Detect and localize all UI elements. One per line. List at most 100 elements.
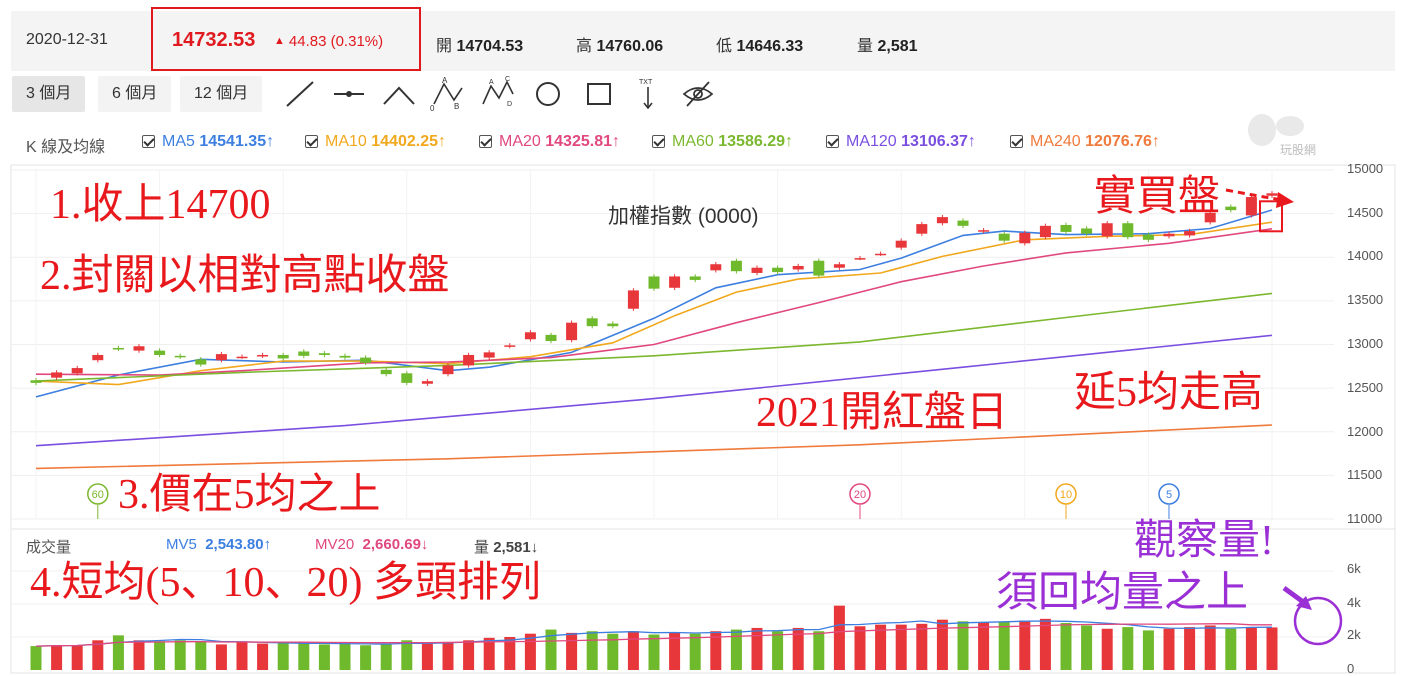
- volume-bar: [1266, 627, 1278, 670]
- candle: [421, 381, 433, 384]
- y-tick-label: 14500: [1347, 205, 1384, 220]
- candle: [854, 258, 866, 260]
- volume-legend: 量 2,581↓: [474, 539, 539, 556]
- candle: [669, 276, 681, 288]
- volume-bar: [566, 632, 578, 670]
- candle: [730, 260, 742, 272]
- candle: [215, 354, 227, 361]
- annotation-ma5-rising: 延5均走高: [1074, 370, 1264, 416]
- volume-bar: [30, 646, 42, 670]
- candle: [1019, 232, 1031, 244]
- candle: [71, 368, 83, 374]
- candle: [957, 220, 969, 226]
- annotation-bullish-alignment: 4.短均(5、10、20) 多頭排列: [30, 560, 541, 606]
- volume-bar: [195, 641, 207, 670]
- candle: [277, 354, 289, 359]
- chart-title: 加權指數 (0000): [608, 205, 759, 228]
- y-tick-label: 12500: [1347, 380, 1384, 395]
- volume-bar: [1101, 628, 1113, 670]
- volume-bar: [1039, 618, 1051, 670]
- volume-bar: [648, 634, 660, 670]
- volume-bar: [401, 640, 413, 670]
- candle: [339, 355, 351, 358]
- volume-y-tick: 4k: [1347, 595, 1361, 610]
- candle: [1245, 197, 1257, 216]
- volume-bar: [71, 645, 83, 670]
- ma-marker-label: 10: [1060, 489, 1072, 501]
- candle: [875, 253, 887, 256]
- candle: [648, 276, 660, 289]
- volume-y-tick: 6k: [1347, 561, 1361, 576]
- volume-bar: [421, 643, 433, 670]
- arrow-head: [1276, 192, 1294, 208]
- volume-bar: [483, 637, 495, 670]
- candle: [607, 323, 619, 327]
- ma-marker-label: 20: [854, 489, 866, 501]
- candle: [1060, 224, 1072, 232]
- candle: [442, 365, 454, 375]
- annotation-volume-above-average: 須回均量之上: [996, 570, 1249, 616]
- candle: [524, 332, 536, 340]
- candle: [566, 322, 578, 341]
- volume-bar: [833, 605, 845, 670]
- volume-bar: [875, 624, 887, 670]
- candle: [133, 346, 145, 351]
- candle: [772, 267, 784, 273]
- volume-bar: [154, 641, 166, 670]
- candle: [504, 345, 516, 347]
- volume-bar: [257, 643, 269, 670]
- candle: [1163, 233, 1175, 237]
- volume-bar: [215, 644, 227, 670]
- y-tick-label: 15000: [1347, 161, 1384, 176]
- volume-bar: [813, 631, 825, 670]
- candle: [401, 373, 413, 383]
- candle: [360, 357, 372, 363]
- candle: [112, 347, 124, 350]
- volume-bar: [1245, 627, 1257, 670]
- candle: [586, 318, 598, 327]
- volume-title: 成交量: [26, 539, 72, 556]
- volume-y-tick: 2k: [1347, 627, 1361, 642]
- volume-bar: [772, 631, 784, 670]
- volume-bar: [1019, 620, 1031, 670]
- volume-bar: [380, 643, 392, 670]
- volume-bar: [689, 633, 701, 670]
- y-tick-label: 11000: [1347, 511, 1383, 526]
- volume-bar: [1122, 627, 1134, 670]
- volume-bar: [1081, 625, 1093, 670]
- volume-bar: [916, 623, 928, 670]
- candle: [545, 334, 557, 342]
- y-tick-label: 13500: [1347, 292, 1384, 307]
- volume-bar: [957, 621, 969, 670]
- candle: [1225, 206, 1237, 211]
- volume-bar: [442, 641, 454, 670]
- volume-bar: [298, 643, 310, 670]
- volume-bar: [277, 642, 289, 670]
- y-tick-label: 11500: [1347, 467, 1383, 482]
- y-tick-label: 13000: [1347, 336, 1384, 351]
- candle: [1039, 225, 1051, 238]
- candle: [895, 240, 907, 248]
- candle: [174, 355, 186, 358]
- candle: [298, 351, 310, 356]
- candle: [916, 224, 928, 234]
- candle: [627, 290, 639, 309]
- candle: [1266, 193, 1278, 196]
- mv5-legend: MV5 2,543.80↑: [166, 536, 272, 553]
- volume-bar: [236, 641, 248, 670]
- volume-bar: [51, 645, 63, 670]
- volume-bar: [998, 622, 1010, 670]
- y-tick-label: 12000: [1347, 424, 1384, 439]
- volume-bar: [854, 626, 866, 670]
- candle: [1122, 223, 1134, 238]
- volume-bar: [751, 627, 763, 670]
- volume-bar: [339, 643, 351, 670]
- candle: [257, 354, 269, 357]
- volume-bar: [1184, 627, 1196, 670]
- annotation-watch-volume: 觀察量!: [1134, 518, 1274, 564]
- candle: [792, 265, 804, 270]
- ma-marker-label: 60: [92, 489, 104, 501]
- candle: [936, 217, 948, 224]
- volume-bar: [895, 624, 907, 670]
- volume-bar: [174, 640, 186, 670]
